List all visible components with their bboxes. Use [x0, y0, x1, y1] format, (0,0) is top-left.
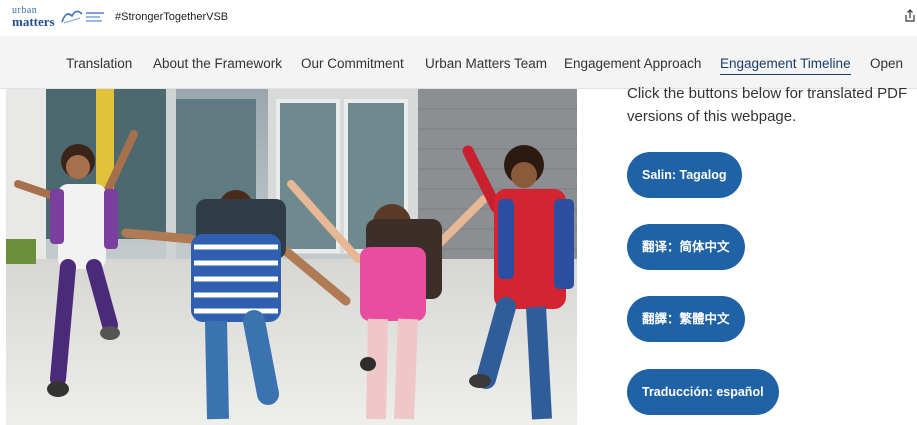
hashtag-text: #StrongerTogetherVSB [115, 11, 229, 23]
simplified-chinese-translation-button[interactable]: 翻译：简体中文 [627, 224, 745, 270]
traditional-chinese-translation-button[interactable]: 翻譯：繁體中文 [627, 296, 745, 342]
hero-illustration [6, 89, 577, 425]
logo-word-matters: matters [12, 14, 55, 29]
translation-intro-text: Click the buttons below for translated P… [627, 85, 908, 125]
nav-item-translation[interactable]: Translation [66, 56, 132, 71]
school-district-logo [61, 10, 104, 24]
share-icon[interactable] [904, 9, 916, 23]
nav-item-open[interactable]: Open [870, 56, 903, 71]
nav-item-our-commitment[interactable]: Our Commitment [301, 56, 404, 71]
tagalog-translation-button[interactable]: Salin: Tagalog [627, 152, 742, 198]
nav-item-about-framework[interactable]: About the Framework [153, 56, 282, 71]
hero-photo-children-running [6, 89, 577, 425]
urban-matters-logo[interactable]: urban matters [12, 5, 60, 31]
nav-item-urban-matters-team[interactable]: Urban Matters Team [425, 56, 547, 71]
top-bar: urban matters #StrongerTogetherVSB [0, 0, 917, 36]
nav-item-engagement-timeline[interactable]: Engagement Timeline [720, 56, 851, 75]
nav-item-engagement-approach[interactable]: Engagement Approach [564, 56, 701, 71]
spanish-translation-button[interactable]: Traducción: español [627, 369, 779, 415]
